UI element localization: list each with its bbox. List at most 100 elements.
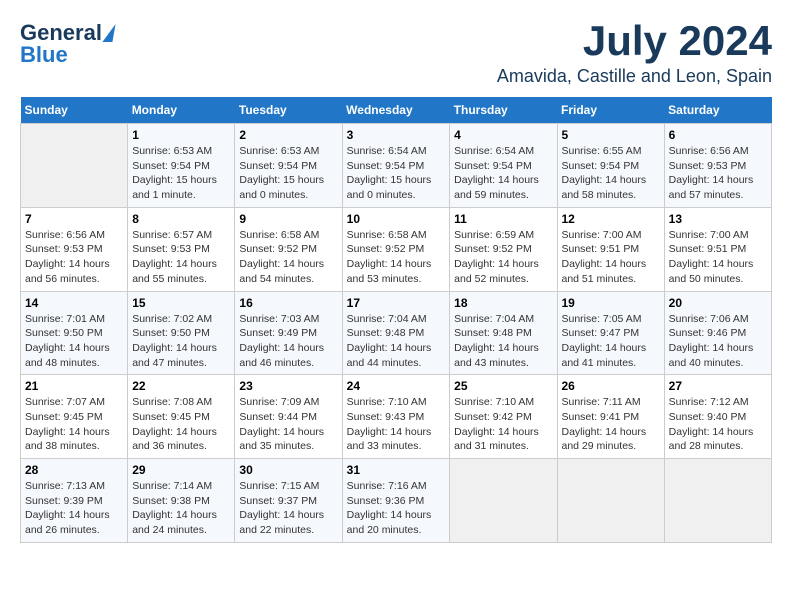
logo-icon [102,24,115,42]
calendar-cell: 16 Sunrise: 7:03 AM Sunset: 9:49 PM Dayli… [235,291,342,375]
day-info: Sunrise: 7:10 AM Sunset: 9:43 PM Dayligh… [347,395,446,454]
logo-blue-text: Blue [20,42,68,68]
day-number: 10 [347,212,446,226]
day-number: 28 [25,463,123,477]
day-number: 11 [454,212,552,226]
day-info: Sunrise: 7:16 AM Sunset: 9:36 PM Dayligh… [347,479,446,538]
weekday-header: Friday [557,97,664,124]
day-number: 4 [454,128,552,142]
calendar-cell: 17 Sunrise: 7:04 AM Sunset: 9:48 PM Dayli… [342,291,450,375]
calendar-cell: 8 Sunrise: 6:57 AM Sunset: 9:53 PM Daylig… [128,207,235,291]
calendar-cell: 6Sunrise: 6:56 AM Sunset: 9:53 PM Daylig… [664,124,771,208]
day-number: 5 [562,128,660,142]
calendar-cell: 7 Sunrise: 6:56 AM Sunset: 9:53 PM Daylig… [21,207,128,291]
weekday-header: Tuesday [235,97,342,124]
day-number: 1 [132,128,230,142]
weekday-header: Sunday [21,97,128,124]
day-number: 8 [132,212,230,226]
day-info: Sunrise: 7:10 AM Sunset: 9:42 PM Dayligh… [454,395,552,454]
day-info: Sunrise: 7:12 AM Sunset: 9:40 PM Dayligh… [669,395,767,454]
weekday-header: Saturday [664,97,771,124]
calendar-cell: 22 Sunrise: 7:08 AM Sunset: 9:45 PM Dayli… [128,375,235,459]
calendar-cell: 18Sunrise: 7:04 AM Sunset: 9:48 PM Dayli… [450,291,557,375]
calendar-cell [450,459,557,543]
day-number: 25 [454,379,552,393]
day-info: Sunrise: 7:06 AM Sunset: 9:46 PM Dayligh… [669,312,767,371]
calendar-table: SundayMondayTuesdayWednesdayThursdayFrid… [20,97,772,543]
day-number: 27 [669,379,767,393]
day-number: 16 [239,296,337,310]
day-number: 17 [347,296,446,310]
calendar-cell: 5 Sunrise: 6:55 AM Sunset: 9:54 PM Daylig… [557,124,664,208]
calendar-cell [557,459,664,543]
day-number: 7 [25,212,123,226]
day-info: Sunrise: 7:02 AM Sunset: 9:50 PM Dayligh… [132,312,230,371]
calendar-cell: 27 Sunrise: 7:12 AM Sunset: 9:40 PM Dayli… [664,375,771,459]
day-number: 22 [132,379,230,393]
day-info: Sunrise: 7:11 AM Sunset: 9:41 PM Dayligh… [562,395,660,454]
day-info: Sunrise: 7:04 AM Sunset: 9:48 PM Dayligh… [347,312,446,371]
day-number: 2 [239,128,337,142]
day-number: 15 [132,296,230,310]
location-subtitle: Amavida, Castille and Leon, Spain [497,66,772,87]
weekday-header: Monday [128,97,235,124]
day-number: 24 [347,379,446,393]
day-info: Sunrise: 7:00 AM Sunset: 9:51 PM Dayligh… [669,228,767,287]
day-number: 29 [132,463,230,477]
day-number: 26 [562,379,660,393]
page-header: General Blue July 2024 Amavida, Castille… [20,20,772,87]
logo: General Blue [20,20,114,68]
month-year-title: July 2024 [497,20,772,62]
calendar-cell: 10 Sunrise: 6:58 AM Sunset: 9:52 PM Dayli… [342,207,450,291]
day-info: Sunrise: 6:53 AM Sunset: 9:54 PM Dayligh… [132,144,230,203]
day-info: Sunrise: 7:14 AM Sunset: 9:38 PM Dayligh… [132,479,230,538]
calendar-cell: 9Sunrise: 6:58 AM Sunset: 9:52 PM Daylig… [235,207,342,291]
calendar-cell: 1 Sunrise: 6:53 AM Sunset: 9:54 PM Daylig… [128,124,235,208]
day-info: Sunrise: 6:58 AM Sunset: 9:52 PM Dayligh… [347,228,446,287]
day-info: Sunrise: 6:56 AM Sunset: 9:53 PM Dayligh… [25,228,123,287]
day-number: 20 [669,296,767,310]
calendar-cell: 12Sunrise: 7:00 AM Sunset: 9:51 PM Dayli… [557,207,664,291]
calendar-cell: 19Sunrise: 7:05 AM Sunset: 9:47 PM Dayli… [557,291,664,375]
day-info: Sunrise: 6:58 AM Sunset: 9:52 PM Dayligh… [239,228,337,287]
day-number: 31 [347,463,446,477]
calendar-cell: 15 Sunrise: 7:02 AM Sunset: 9:50 PM Dayli… [128,291,235,375]
calendar-cell: 2Sunrise: 6:53 AM Sunset: 9:54 PM Daylig… [235,124,342,208]
title-block: July 2024 Amavida, Castille and Leon, Sp… [497,20,772,87]
calendar-cell: 24 Sunrise: 7:10 AM Sunset: 9:43 PM Dayli… [342,375,450,459]
day-info: Sunrise: 7:05 AM Sunset: 9:47 PM Dayligh… [562,312,660,371]
day-info: Sunrise: 7:13 AM Sunset: 9:39 PM Dayligh… [25,479,123,538]
calendar-cell: 26 Sunrise: 7:11 AM Sunset: 9:41 PM Dayli… [557,375,664,459]
day-number: 6 [669,128,767,142]
day-info: Sunrise: 6:59 AM Sunset: 9:52 PM Dayligh… [454,228,552,287]
calendar-cell [21,124,128,208]
calendar-cell: 13Sunrise: 7:00 AM Sunset: 9:51 PM Dayli… [664,207,771,291]
day-number: 21 [25,379,123,393]
calendar-cell: 3Sunrise: 6:54 AM Sunset: 9:54 PM Daylig… [342,124,450,208]
calendar-week-row: 1 Sunrise: 6:53 AM Sunset: 9:54 PM Daylig… [21,124,772,208]
calendar-week-row: 7 Sunrise: 6:56 AM Sunset: 9:53 PM Daylig… [21,207,772,291]
day-number: 23 [239,379,337,393]
calendar-cell: 23Sunrise: 7:09 AM Sunset: 9:44 PM Dayli… [235,375,342,459]
day-info: Sunrise: 7:08 AM Sunset: 9:45 PM Dayligh… [132,395,230,454]
weekday-header: Wednesday [342,97,450,124]
day-info: Sunrise: 6:54 AM Sunset: 9:54 PM Dayligh… [347,144,446,203]
calendar-cell: 21Sunrise: 7:07 AM Sunset: 9:45 PM Dayli… [21,375,128,459]
calendar-week-row: 21Sunrise: 7:07 AM Sunset: 9:45 PM Dayli… [21,375,772,459]
calendar-cell: 29 Sunrise: 7:14 AM Sunset: 9:38 PM Dayli… [128,459,235,543]
day-number: 18 [454,296,552,310]
calendar-cell: 11 Sunrise: 6:59 AM Sunset: 9:52 PM Dayli… [450,207,557,291]
day-info: Sunrise: 7:03 AM Sunset: 9:49 PM Dayligh… [239,312,337,371]
day-info: Sunrise: 6:55 AM Sunset: 9:54 PM Dayligh… [562,144,660,203]
day-info: Sunrise: 7:01 AM Sunset: 9:50 PM Dayligh… [25,312,123,371]
calendar-cell: 20 Sunrise: 7:06 AM Sunset: 9:46 PM Dayli… [664,291,771,375]
calendar-cell: 14Sunrise: 7:01 AM Sunset: 9:50 PM Dayli… [21,291,128,375]
calendar-cell: 30Sunrise: 7:15 AM Sunset: 9:37 PM Dayli… [235,459,342,543]
calendar-week-row: 28 Sunrise: 7:13 AM Sunset: 9:39 PM Dayli… [21,459,772,543]
day-info: Sunrise: 7:00 AM Sunset: 9:51 PM Dayligh… [562,228,660,287]
calendar-cell: 31 Sunrise: 7:16 AM Sunset: 9:36 PM Dayli… [342,459,450,543]
day-info: Sunrise: 6:57 AM Sunset: 9:53 PM Dayligh… [132,228,230,287]
day-info: Sunrise: 7:15 AM Sunset: 9:37 PM Dayligh… [239,479,337,538]
day-info: Sunrise: 6:54 AM Sunset: 9:54 PM Dayligh… [454,144,552,203]
calendar-cell: 25 Sunrise: 7:10 AM Sunset: 9:42 PM Dayli… [450,375,557,459]
